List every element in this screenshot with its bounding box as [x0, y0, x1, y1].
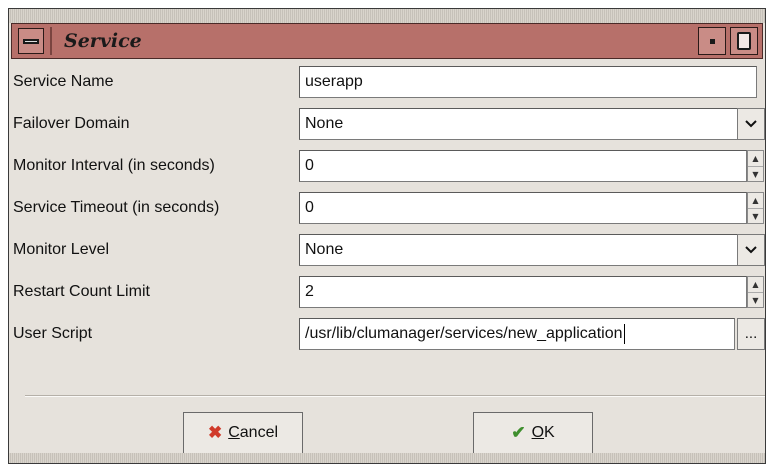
service-name-label: Service Name — [13, 73, 114, 90]
cancel-mnemonic: C — [228, 424, 240, 441]
failover-domain-label: Failover Domain — [13, 115, 130, 132]
user-script-row: User Script /usr/lib/clumanager/services… — [9, 315, 765, 353]
service-name-input[interactable]: userapp — [299, 66, 757, 98]
monitor-interval-row: Monitor Interval (in seconds) 0 ▲ ▼ — [9, 147, 765, 185]
monitor-level-row: Monitor Level None — [9, 231, 765, 269]
restart-count-spinner[interactable]: ▲ ▼ — [747, 276, 764, 308]
spin-down-icon[interactable]: ▼ — [748, 167, 763, 182]
service-timeout-input[interactable]: 0 — [299, 192, 747, 224]
title-separator — [50, 27, 52, 55]
restart-count-input[interactable]: 2 — [299, 276, 747, 308]
maximize-button[interactable] — [730, 27, 758, 55]
monitor-level-select[interactable]: None — [299, 234, 739, 266]
chevron-down-icon — [745, 246, 757, 254]
service-timeout-label: Service Timeout (in seconds) — [13, 199, 220, 216]
cancel-label: ancel — [239, 424, 279, 441]
monitor-interval-label: Monitor Interval (in seconds) — [13, 157, 215, 174]
spin-up-icon[interactable]: ▲ — [748, 193, 763, 209]
monitor-interval-input[interactable]: 0 — [299, 150, 747, 182]
maximize-icon — [737, 32, 751, 50]
service-name-row: Service Name userapp — [9, 63, 765, 101]
window-frame — [9, 9, 765, 23]
x-icon: ✖ — [207, 423, 223, 442]
ok-mnemonic: O — [531, 424, 545, 441]
spin-up-icon[interactable]: ▲ — [748, 277, 763, 293]
service-timeout-spinner[interactable]: ▲ ▼ — [747, 192, 764, 224]
text-caret — [623, 323, 625, 344]
window-frame-bottom — [9, 453, 765, 463]
monitor-level-dropdown-button[interactable] — [737, 234, 765, 266]
service-timeout-row: Service Timeout (in seconds) 0 ▲ ▼ — [9, 189, 765, 227]
browse-button[interactable]: ... — [737, 318, 765, 350]
ok-button[interactable]: ✔ OK — [473, 412, 593, 454]
chevron-down-icon — [745, 120, 757, 128]
minimize-icon — [709, 38, 715, 44]
button-separator — [25, 395, 765, 397]
monitor-interval-spinner[interactable]: ▲ ▼ — [747, 150, 764, 182]
cancel-button[interactable]: ✖ Cancel — [183, 412, 303, 454]
ok-label: K — [544, 424, 555, 441]
minimize-button[interactable] — [698, 27, 726, 55]
dialog-content: Service Name userapp Failover Domain Non… — [9, 59, 765, 463]
failover-domain-select[interactable]: None — [299, 108, 739, 140]
spin-up-icon[interactable]: ▲ — [748, 151, 763, 167]
window-menu-icon — [23, 38, 39, 44]
titlebar[interactable]: Service — [11, 23, 763, 59]
window-title: Service — [64, 30, 142, 52]
monitor-level-label: Monitor Level — [13, 241, 110, 258]
spin-down-icon[interactable]: ▼ — [748, 209, 763, 224]
restart-count-row: Restart Count Limit 2 ▲ ▼ — [9, 273, 765, 311]
spin-down-icon[interactable]: ▼ — [748, 293, 763, 308]
user-script-value: /usr/lib/clumanager/services/new_applica… — [305, 325, 623, 342]
restart-count-label: Restart Count Limit — [13, 283, 150, 300]
failover-domain-row: Failover Domain None — [9, 105, 765, 143]
failover-domain-dropdown-button[interactable] — [737, 108, 765, 140]
checkmark-icon: ✔ — [511, 423, 526, 442]
window-menu-button[interactable] — [18, 28, 44, 54]
service-dialog: Service Service Name userapp Failover Do… — [8, 8, 766, 464]
user-script-label: User Script — [13, 325, 93, 342]
user-script-input[interactable]: /usr/lib/clumanager/services/new_applica… — [299, 318, 735, 350]
